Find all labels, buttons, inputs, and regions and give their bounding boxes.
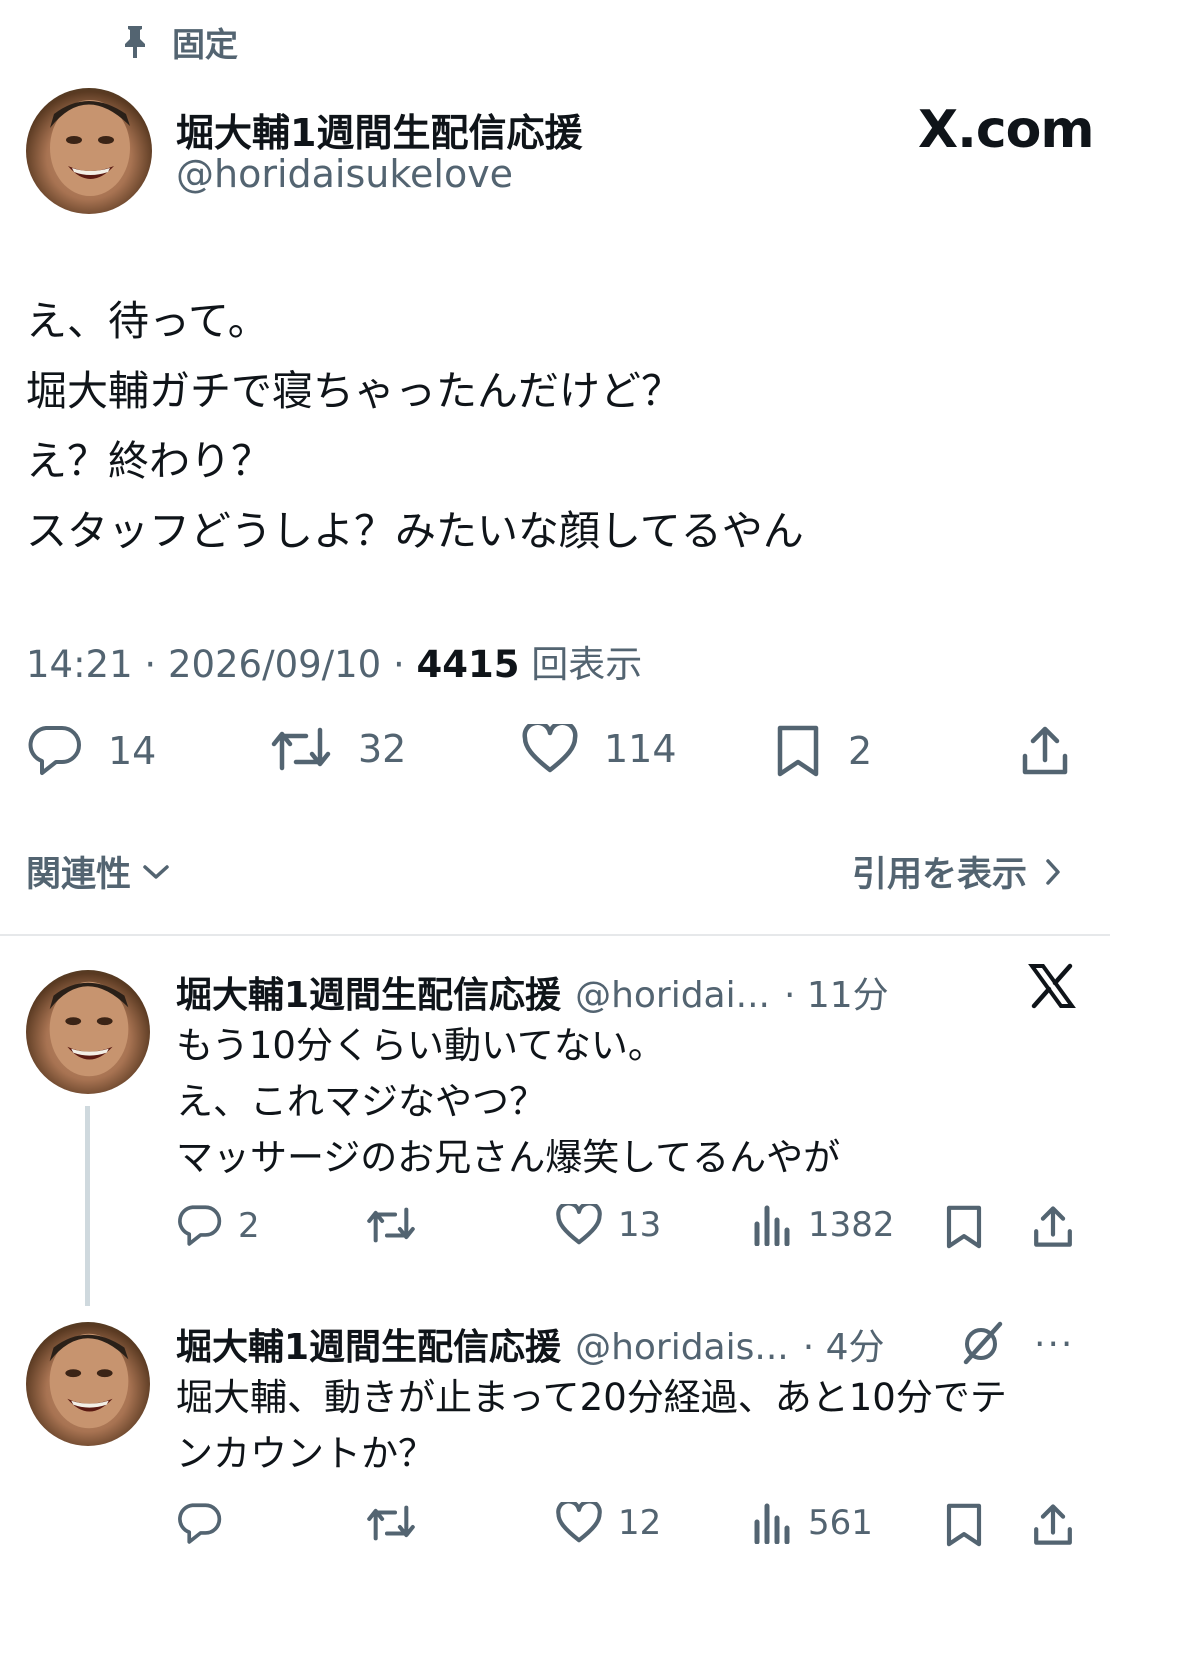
reply-display-name[interactable]: 堀大輔1週間生配信応援 — [176, 966, 561, 1018]
reply-text-line: 堀大輔、動きが止まって20分経過、あと10分でテ — [176, 1376, 1007, 1419]
repost-button[interactable] — [366, 1204, 432, 1246]
avatar[interactable] — [26, 970, 150, 1094]
bookmark-icon — [944, 1204, 984, 1250]
bookmark-button[interactable] — [944, 1204, 984, 1250]
like-count: 12 — [618, 1503, 662, 1543]
reply-handle[interactable]: @horidais... — [575, 1327, 789, 1368]
share-icon — [1032, 1204, 1074, 1250]
post-date[interactable]: 2026/09/10 — [168, 643, 381, 686]
reply-text-line: え、これマジなやつ？ — [176, 1080, 546, 1123]
reply-icon — [26, 724, 82, 778]
reply-text-line: ンカウントか？ — [176, 1432, 435, 1475]
share-icon — [1032, 1502, 1074, 1548]
reply-header: 堀大輔1週間生配信応援 @horidais... · 4分 — [176, 1318, 885, 1370]
reply-count: 14 — [108, 729, 157, 773]
reply-text: もう10分くらい動いてない。 え、これマジなやつ？ マッサージのお兄さん爆笑して… — [176, 1018, 1136, 1186]
post-time[interactable]: 14:21 — [26, 643, 133, 686]
views-button[interactable]: 561 — [752, 1502, 873, 1544]
views-count: 561 — [808, 1503, 873, 1543]
share-button[interactable] — [1020, 724, 1070, 778]
bookmark-button[interactable] — [944, 1502, 984, 1548]
bookmark-count: 2 — [848, 729, 873, 773]
like-button[interactable]: 13 — [556, 1204, 661, 1246]
heart-icon — [556, 1502, 602, 1544]
like-button[interactable]: 12 — [556, 1502, 661, 1544]
analytics-icon — [752, 1204, 792, 1246]
heart-icon — [522, 724, 578, 774]
post-text-line: え？終わり？ — [26, 437, 272, 485]
analytics-icon — [752, 1502, 792, 1544]
section-divider — [0, 934, 1110, 936]
more-options-button[interactable]: ··· — [1034, 1324, 1074, 1365]
view-quotes-link[interactable]: 引用を表示 — [852, 846, 1063, 897]
grok-icon[interactable] — [960, 1320, 1006, 1366]
reply-header: 堀大輔1週間生配信応援 @horidai... · 11分 — [176, 966, 889, 1018]
like-button[interactable]: 114 — [522, 724, 677, 774]
bookmark-button[interactable]: 2 — [774, 724, 872, 778]
views-count: 4415 — [416, 643, 520, 686]
repost-button[interactable] — [366, 1502, 432, 1544]
post-text-line: え、待って。 — [26, 297, 269, 345]
repost-count: 32 — [358, 727, 407, 771]
pinned-indicator: 固定 — [120, 22, 238, 64]
repost-icon — [366, 1204, 416, 1246]
reply-button[interactable]: 14 — [26, 724, 156, 778]
heart-icon — [556, 1204, 602, 1246]
post-text: え、待って。 堀大輔ガチで寝ちゃったんだけど？ え？終わり？ スタッフどうしよ？… — [26, 286, 1146, 566]
x-logo-icon — [1028, 962, 1076, 1010]
like-count: 13 — [618, 1205, 662, 1245]
repost-icon — [270, 724, 332, 774]
reply-count: 2 — [238, 1206, 260, 1246]
author-display-name[interactable]: 堀大輔1週間生配信応援 — [176, 102, 582, 157]
avatar[interactable] — [26, 88, 152, 214]
views-count: 1382 — [808, 1205, 895, 1245]
bookmark-icon — [944, 1502, 984, 1548]
reply-button[interactable]: 2 — [176, 1204, 260, 1248]
reply-display-name[interactable]: 堀大輔1週間生配信応援 — [176, 1318, 561, 1370]
post-text-line: スタッフどうしよ？みたいな顔してるやん — [26, 507, 804, 555]
reply-text-line: もう10分くらい動いてない。 — [176, 1024, 665, 1067]
avatar[interactable] — [26, 1322, 150, 1446]
share-icon — [1020, 724, 1070, 778]
views-label: 回表示 — [531, 643, 643, 686]
reply-button[interactable] — [176, 1502, 238, 1546]
x-com-watermark: X.com — [918, 100, 1095, 160]
thread-connector — [85, 1106, 90, 1306]
repost-icon — [366, 1502, 416, 1544]
reply-time[interactable]: · 11分 — [784, 966, 889, 1018]
reply-text-line: マッサージのお兄さん爆笑してるんやが — [176, 1136, 841, 1179]
reply-handle[interactable]: @horidai... — [575, 975, 770, 1016]
post-text-line: 堀大輔ガチで寝ちゃったんだけど？ — [26, 367, 682, 415]
chevron-right-icon — [1043, 857, 1063, 887]
reply-icon — [176, 1204, 222, 1248]
share-button[interactable] — [1032, 1502, 1074, 1548]
sort-label: 関連性 — [26, 855, 132, 895]
pinned-label: 固定 — [172, 25, 238, 64]
reply-icon — [176, 1502, 222, 1546]
like-count: 114 — [604, 727, 677, 771]
view-quotes-label: 引用を表示 — [852, 855, 1028, 895]
repost-button[interactable]: 32 — [270, 724, 406, 774]
share-button[interactable] — [1032, 1204, 1074, 1250]
author-handle[interactable]: @horidaisukelove — [176, 152, 513, 196]
bookmark-icon — [774, 724, 822, 778]
views-button[interactable]: 1382 — [752, 1204, 895, 1246]
reply-time[interactable]: · 4分 — [803, 1318, 885, 1370]
pin-icon — [120, 24, 150, 60]
sort-dropdown[interactable]: 関連性 — [26, 846, 171, 897]
chevron-down-icon — [141, 862, 171, 882]
reply-text: 堀大輔、動きが止まって20分経過、あと10分でテ ンカウントか？ — [176, 1370, 1076, 1482]
post-meta: 14:21 · 2026/09/10 · 4415 回表示 — [26, 643, 643, 686]
